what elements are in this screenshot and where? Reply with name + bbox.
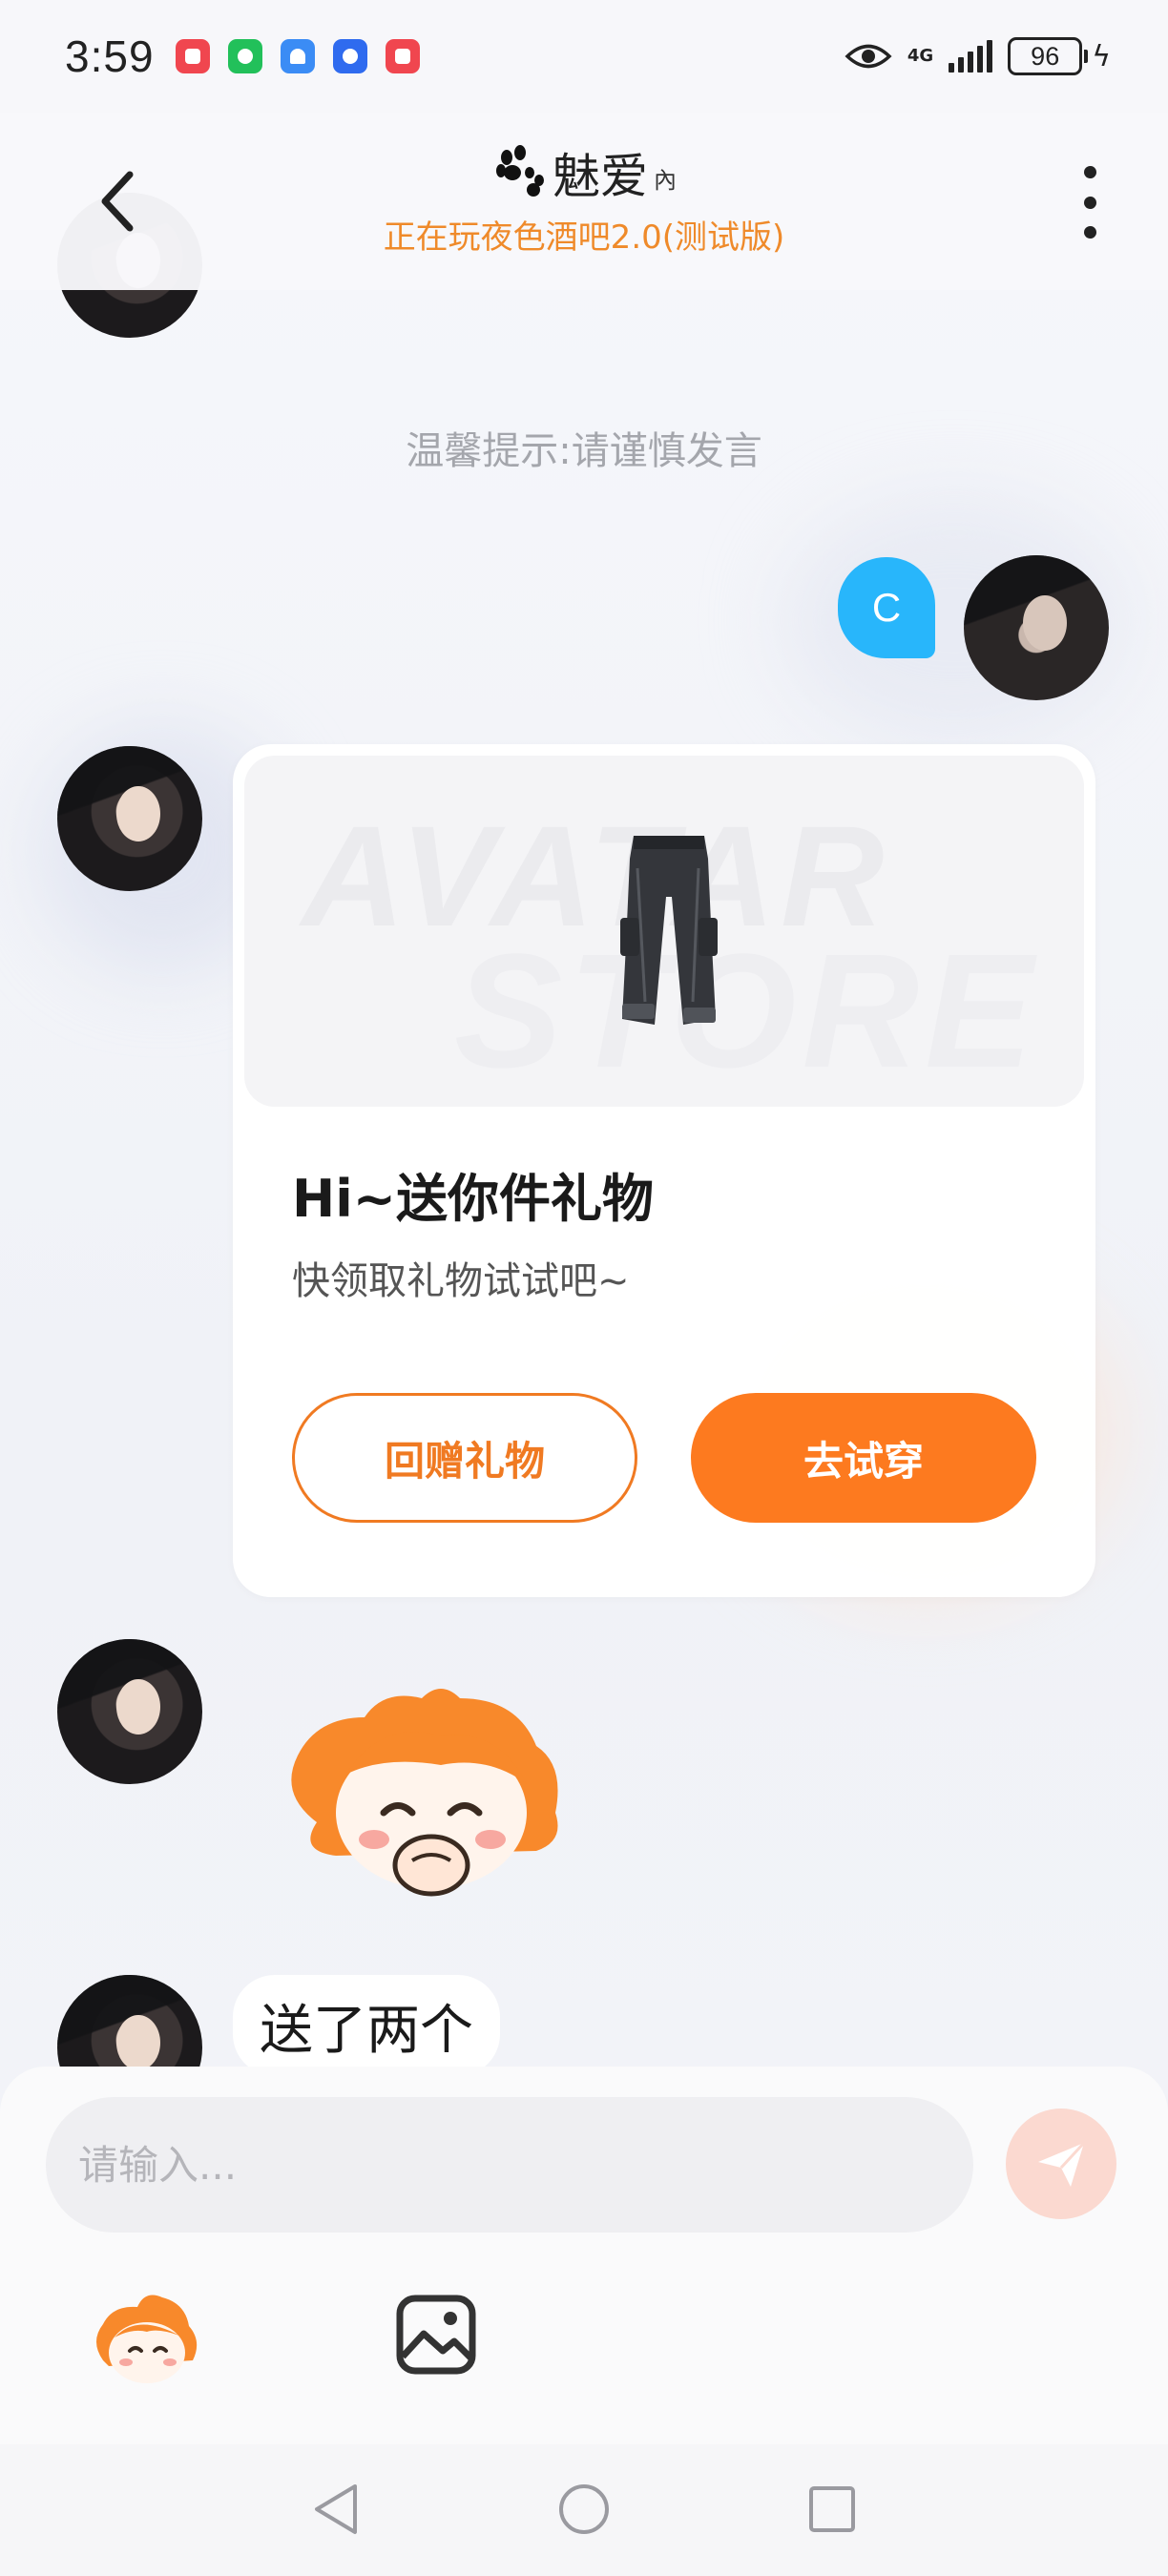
title-row: 魅爱 內 — [384, 138, 785, 207]
gift-title: Hi~送你件礼物 — [292, 1169, 654, 1229]
my-message-bubble[interactable]: C — [838, 557, 935, 658]
square-recents-icon — [809, 2486, 855, 2532]
chevron-left-icon — [101, 171, 134, 232]
chat-header: 魅爱 內 正在玩夜色酒吧2.0(测试版) — [0, 113, 1168, 290]
jeans-gift-image[interactable] — [616, 830, 721, 1030]
back-button[interactable] — [88, 168, 145, 235]
status-indicators: 4G 96 ϟ — [845, 37, 1111, 75]
eye-icon — [845, 44, 892, 69]
chat-screen: 3:59 4G 96 ϟ 魅爱 內 正在玩夜色酒吧2.0(测试版) 温馨提示:请… — [0, 0, 1168, 2576]
gift-subtitle: 快领取礼物试试吧~ — [292, 1259, 630, 1303]
paw-icon — [495, 144, 544, 197]
more-dot — [1083, 226, 1096, 239]
notification-app-icon — [175, 39, 210, 73]
battery-indicator: 96 ϟ — [1008, 37, 1111, 75]
chat-subtitle: 正在玩夜色酒吧2.0(测试版) — [383, 218, 785, 257]
wechat-notification-icon — [227, 39, 262, 73]
send-button[interactable] — [1006, 2109, 1116, 2219]
nav-recents-button[interactable] — [802, 2479, 863, 2540]
try-on-button[interactable]: 去试穿 — [691, 1393, 1036, 1523]
return-gift-button[interactable]: 回赠礼物 — [292, 1393, 637, 1523]
status-time: 3:59 — [65, 31, 155, 81]
my-avatar[interactable] — [964, 555, 1109, 700]
nav-back-button[interactable] — [305, 2479, 366, 2540]
send-icon — [1038, 2141, 1086, 2187]
mascot-sticker[interactable] — [279, 1679, 584, 1918]
received-message-bubble[interactable]: 送了两个 — [233, 1975, 500, 2076]
charging-icon: ϟ — [1092, 39, 1111, 73]
lightbulb-notification-icon — [332, 39, 367, 73]
safety-tip: 温馨提示:请谨慎发言 — [406, 429, 762, 473]
more-options-button[interactable] — [1071, 166, 1109, 239]
circle-home-icon — [559, 2484, 609, 2534]
network-type: 4G — [907, 46, 934, 66]
message-input[interactable] — [46, 2097, 973, 2233]
battery-level: 96 — [1008, 37, 1083, 75]
status-bar: 3:59 4G 96 ϟ — [0, 0, 1168, 113]
more-dot — [1083, 196, 1096, 209]
battery-tip — [1084, 50, 1089, 63]
watermark-text: STORE — [454, 921, 1039, 1102]
contact-avatar[interactable] — [57, 746, 202, 891]
more-dot — [1083, 166, 1096, 178]
system-navigation-bar — [0, 2444, 1168, 2576]
wifi-notification-icon — [280, 39, 315, 73]
sticker-picker-icon[interactable] — [90, 2284, 202, 2397]
nav-home-button[interactable] — [553, 2479, 615, 2540]
notification-app-icon — [385, 39, 420, 73]
chat-title: 魅爱 — [552, 148, 648, 204]
title-badge: 內 — [653, 167, 677, 194]
image-picker-icon[interactable] — [395, 2294, 477, 2376]
gift-banner: AVATAR STORE — [244, 756, 1084, 1107]
header-center: 魅爱 內 正在玩夜色酒吧2.0(测试版) — [383, 138, 785, 258]
gift-card: AVATAR STORE Hi~送你件礼物 快领取礼物试试吧~ 回赠礼物 去试穿 — [233, 744, 1095, 1597]
signal-icon — [949, 40, 993, 73]
contact-avatar[interactable] — [57, 1639, 202, 1784]
triangle-back-icon — [315, 2484, 357, 2534]
input-panel — [0, 2067, 1168, 2444]
